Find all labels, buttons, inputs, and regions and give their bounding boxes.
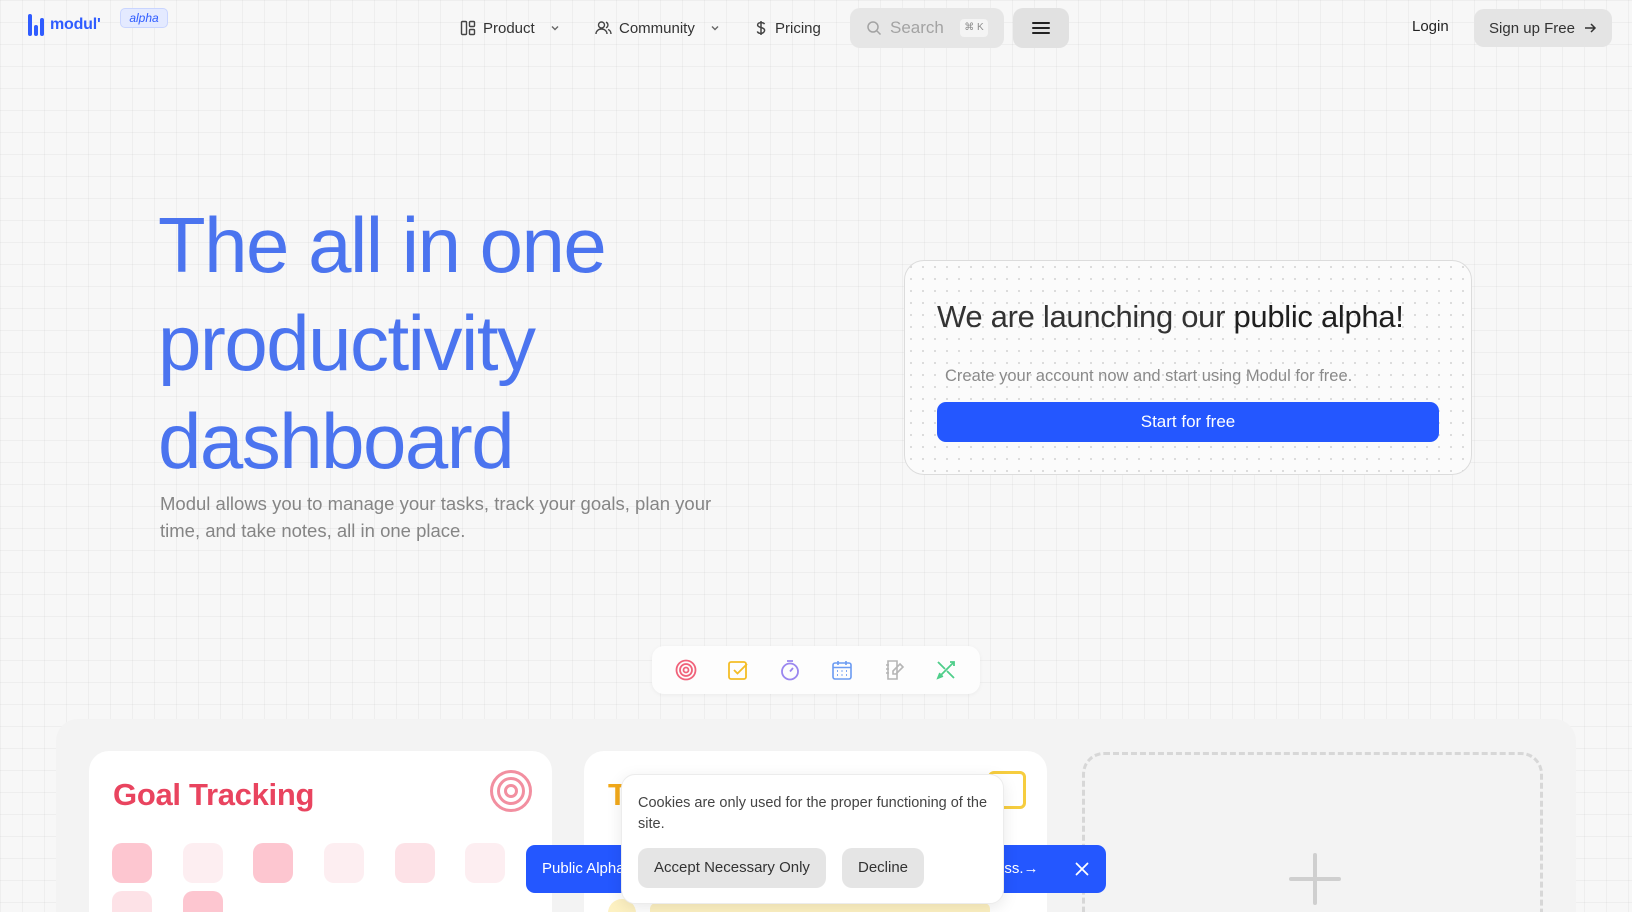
hero-title-line-1: The all in one — [158, 201, 607, 289]
nav-community-label: Community — [619, 19, 695, 37]
login-link[interactable]: Login — [1412, 18, 1449, 35]
goal-day-square — [395, 843, 435, 883]
goal-tracking-card[interactable]: Goal Tracking — [89, 751, 552, 912]
plus-icon — [1289, 853, 1341, 905]
search-icon — [867, 21, 882, 36]
decline-button[interactable]: Decline — [842, 848, 924, 888]
banner-text-left: Public Alpha — [542, 860, 625, 877]
signup-label: Sign up Free — [1489, 19, 1575, 37]
checkbox-icon[interactable] — [724, 656, 752, 684]
target-icon — [490, 770, 532, 812]
target-icon[interactable] — [672, 656, 700, 684]
nav-product-label: Product — [483, 19, 535, 37]
layout-icon — [460, 20, 476, 36]
signup-button[interactable]: Sign up Free — [1474, 9, 1612, 47]
task-row — [650, 903, 990, 912]
cookie-consent-dialog: Cookies are only used for the proper fun… — [621, 774, 1004, 904]
stopwatch-icon[interactable] — [776, 656, 804, 684]
goal-tracking-title: Goal Tracking — [113, 777, 315, 812]
goal-day-square — [183, 843, 223, 883]
hero-title: The all in one productivity dashboard — [158, 196, 718, 490]
close-icon[interactable] — [1072, 859, 1092, 879]
search-shortcut: ⌘ K — [960, 19, 988, 37]
users-icon — [595, 21, 612, 35]
menu-button[interactable] — [1013, 8, 1069, 48]
start-for-free-button[interactable]: Start for free — [937, 402, 1439, 442]
search-input[interactable]: Search ⌘ K — [850, 8, 1004, 48]
launch-title: We are launching our public alpha! — [937, 299, 1404, 335]
nav-product[interactable]: Product — [460, 16, 562, 40]
hamburger-icon — [1032, 22, 1050, 34]
launch-title-emphasis: public alpha! — [1233, 299, 1404, 334]
nav-community[interactable]: Community — [595, 16, 722, 40]
feature-icon-strip — [652, 646, 980, 694]
goal-day-square — [112, 843, 152, 883]
tools-icon[interactable] — [932, 656, 960, 684]
goal-day-square — [465, 843, 505, 883]
cookie-message: Cookies are only used for the proper fun… — [638, 795, 988, 832]
launch-subtitle: Create your account now and start using … — [945, 367, 1353, 385]
notebook-icon[interactable] — [880, 656, 908, 684]
hero-subtitle: Modul allows you to manage your tasks, t… — [160, 493, 712, 541]
hero-title-line-3: dashboard — [158, 397, 515, 485]
goal-day-square — [112, 891, 152, 912]
goal-day-square — [253, 843, 293, 883]
nav-pricing[interactable]: Pricing — [754, 16, 821, 40]
logo-text: modul' — [50, 16, 101, 33]
chevron-down-icon — [551, 26, 559, 31]
top-navigation: modul' alpha Product Community Pricing S… — [0, 0, 1632, 56]
nav-pricing-label: Pricing — [775, 19, 821, 37]
goal-day-square — [183, 891, 223, 912]
logo[interactable]: modul' — [28, 14, 101, 36]
launch-title-lead: We are launching our — [937, 299, 1226, 334]
search-placeholder: Search — [890, 18, 944, 37]
add-module-card[interactable] — [1082, 752, 1543, 912]
calendar-icon[interactable] — [828, 656, 856, 684]
hero-title-line-2: productivity — [158, 299, 536, 387]
dollar-icon — [756, 21, 766, 35]
arrow-right-icon — [1584, 23, 1596, 33]
chevron-down-icon — [711, 26, 719, 31]
logo-mark-icon — [28, 14, 44, 36]
accept-necessary-button[interactable]: Accept Necessary Only — [638, 848, 826, 888]
goal-day-square — [324, 843, 364, 883]
alpha-badge: alpha — [120, 8, 168, 28]
launch-card: We are launching our public alpha! Creat… — [904, 260, 1472, 475]
